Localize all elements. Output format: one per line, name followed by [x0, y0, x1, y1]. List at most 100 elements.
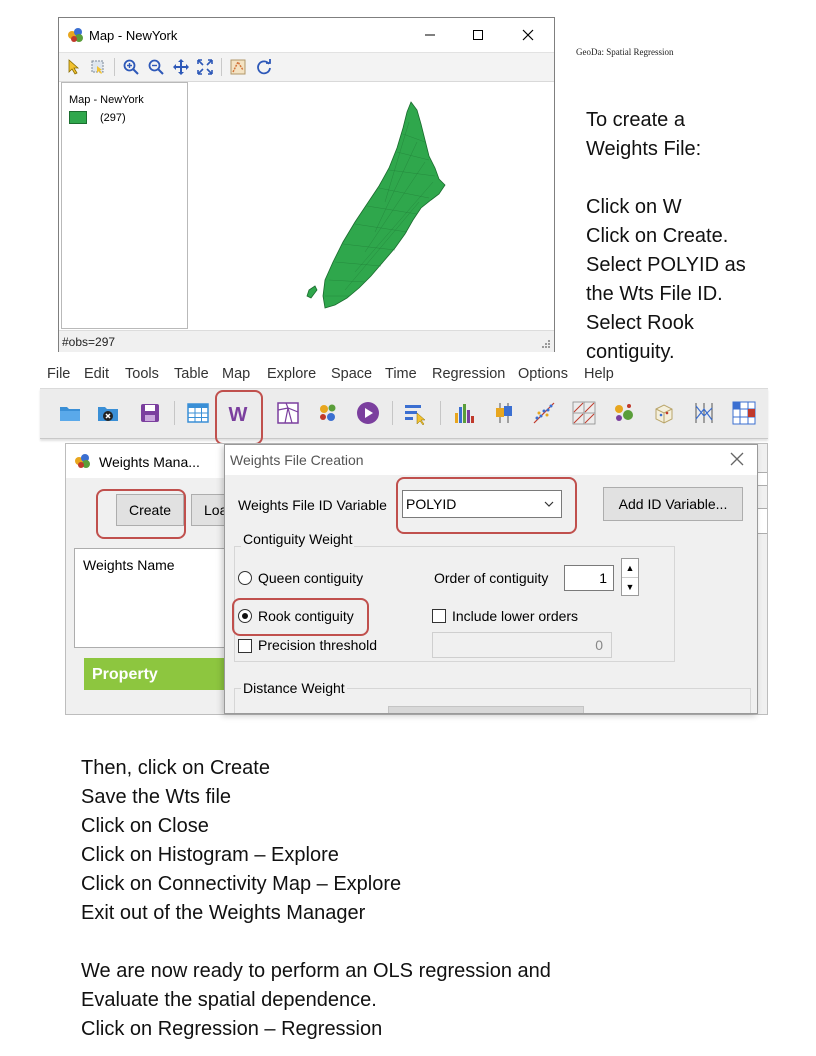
main-toolbar: W [40, 388, 768, 439]
toolbar-separator [114, 58, 115, 76]
distance-weight-legend: Distance Weight [241, 680, 347, 696]
fit-extent-icon[interactable] [196, 58, 214, 76]
resize-grip-icon[interactable] [541, 339, 551, 349]
observation-count: #obs=297 [62, 335, 116, 349]
order-of-contiguity-input[interactable]: 1 [564, 565, 614, 591]
map-toolbar [59, 52, 554, 82]
toolbar-separator [392, 401, 393, 425]
refresh-icon[interactable] [255, 58, 273, 76]
dialog-title: Weights File Creation [230, 452, 364, 468]
minimize-button[interactable] [407, 18, 453, 52]
close-icon [730, 452, 744, 466]
map-legend-panel: Map - NewYork (297) [61, 82, 188, 329]
queen-contiguity-radio[interactable] [238, 571, 252, 585]
parallel-coordinates-icon[interactable] [692, 401, 716, 425]
instruction-line: Save the Wts file [81, 786, 232, 808]
menu-tools[interactable]: Tools [125, 366, 159, 382]
dialog-close-button[interactable] [725, 448, 749, 472]
slide-caption: GeoDa: Spatial Regression [576, 47, 674, 57]
order-spinner: ▲ ▼ [621, 558, 639, 596]
select-pointer-icon[interactable] [65, 58, 83, 76]
close-icon [522, 29, 534, 41]
instruction-line: Select Rook [586, 312, 694, 334]
box-plot-icon[interactable] [492, 401, 516, 425]
menu-options[interactable]: Options [518, 366, 568, 382]
scatter-matrix-icon[interactable] [572, 401, 596, 425]
instructions-bottom: Then, click on Create Save the Wts file … [81, 754, 781, 1044]
menu-map[interactable]: Map [222, 366, 250, 382]
instruction-line: To create a [586, 109, 685, 131]
spin-up-button[interactable]: ▲ [622, 559, 638, 578]
instruction-line: Evaluate the spatial dependence. [81, 989, 377, 1011]
legend-title: Map - NewYork [69, 94, 144, 106]
histogram-icon[interactable] [452, 401, 476, 425]
table-icon[interactable] [186, 401, 210, 425]
menu-file[interactable]: File [47, 366, 70, 382]
cluster-map-icon[interactable] [316, 401, 340, 425]
menu-time[interactable]: Time [385, 366, 417, 382]
instruction-line [81, 928, 781, 957]
3d-plot-icon[interactable] [652, 401, 676, 425]
close-project-icon[interactable] [96, 401, 120, 425]
include-lower-orders-checkbox[interactable] [432, 609, 446, 623]
menu-edit[interactable]: Edit [84, 366, 109, 382]
add-id-variable-button[interactable]: Add ID Variable... [603, 487, 743, 521]
select-region-icon[interactable] [89, 58, 107, 76]
id-variable-label: Weights File ID Variable [238, 497, 387, 513]
menu-regression[interactable]: Regression [432, 366, 505, 382]
conditional-plot-icon[interactable] [732, 401, 756, 425]
instruction-line: contiguity. [586, 341, 675, 363]
zoom-out-icon[interactable] [147, 58, 165, 76]
save-icon[interactable] [138, 401, 162, 425]
instruction-line: We are now ready to perform an OLS regre… [81, 960, 551, 982]
include-lower-orders-label[interactable]: Include lower orders [452, 608, 578, 624]
instructions-right: To create a Weights File: Click on W Cli… [586, 106, 806, 367]
precision-threshold-label[interactable]: Precision threshold [258, 637, 377, 653]
toolbar-separator [174, 401, 175, 425]
map-window-title: Map - NewYork [89, 28, 178, 43]
geoda-logo-icon [68, 28, 83, 42]
legend-count: (297) [100, 112, 126, 124]
maximize-button[interactable] [455, 18, 501, 52]
open-folder-icon[interactable] [58, 401, 82, 425]
weights-manager-titlebar: Weights Mana... [66, 444, 226, 478]
close-button[interactable] [505, 18, 551, 52]
distance-metric-field[interactable] [388, 706, 584, 713]
menu-explore[interactable]: Explore [267, 366, 316, 382]
minimize-icon [425, 34, 435, 36]
map-titlebar: Map - NewYork [59, 18, 554, 52]
menu-help[interactable]: Help [584, 366, 614, 382]
variable-select-icon[interactable] [403, 401, 427, 425]
weights-list[interactable]: Weights Name [74, 548, 234, 648]
play-icon[interactable] [356, 401, 380, 425]
instruction-line: Click on Close [81, 815, 209, 837]
map-shape-island[interactable] [306, 285, 318, 299]
manhattan-map[interactable] [189, 82, 553, 327]
maximize-icon [473, 30, 483, 40]
instruction-line: Click on Create. [586, 225, 729, 247]
map-shape-main[interactable] [322, 101, 446, 309]
instruction-line: Then, click on Create [81, 757, 270, 779]
property-header: Property [84, 658, 234, 690]
instruction-line: Weights File: [586, 138, 702, 160]
weights-manager-title: Weights Mana... [99, 454, 200, 470]
bubble-chart-icon[interactable] [612, 401, 636, 425]
order-of-contiguity-label: Order of contiguity [434, 570, 549, 586]
w-button-highlight [215, 390, 263, 445]
map-layer-icon[interactable] [229, 58, 247, 76]
toolbar-separator [221, 58, 222, 76]
map-theme-icon[interactable] [276, 401, 300, 425]
instruction-line: the Wts File ID. [586, 283, 723, 305]
id-variable-highlight [396, 477, 577, 534]
zoom-in-icon[interactable] [122, 58, 140, 76]
menu-table[interactable]: Table [174, 366, 209, 382]
instruction-line: Click on Connectivity Map – Explore [81, 873, 402, 895]
queen-contiguity-label[interactable]: Queen contiguity [258, 570, 363, 586]
menu-space[interactable]: Space [331, 366, 372, 382]
precision-threshold-checkbox[interactable] [238, 639, 252, 653]
pan-icon[interactable] [172, 58, 190, 76]
legend-swatch[interactable] [69, 111, 87, 124]
scatter-plot-icon[interactable] [532, 401, 556, 425]
spin-down-button[interactable]: ▼ [622, 578, 638, 596]
instruction-line: Select POLYID as [586, 254, 746, 276]
